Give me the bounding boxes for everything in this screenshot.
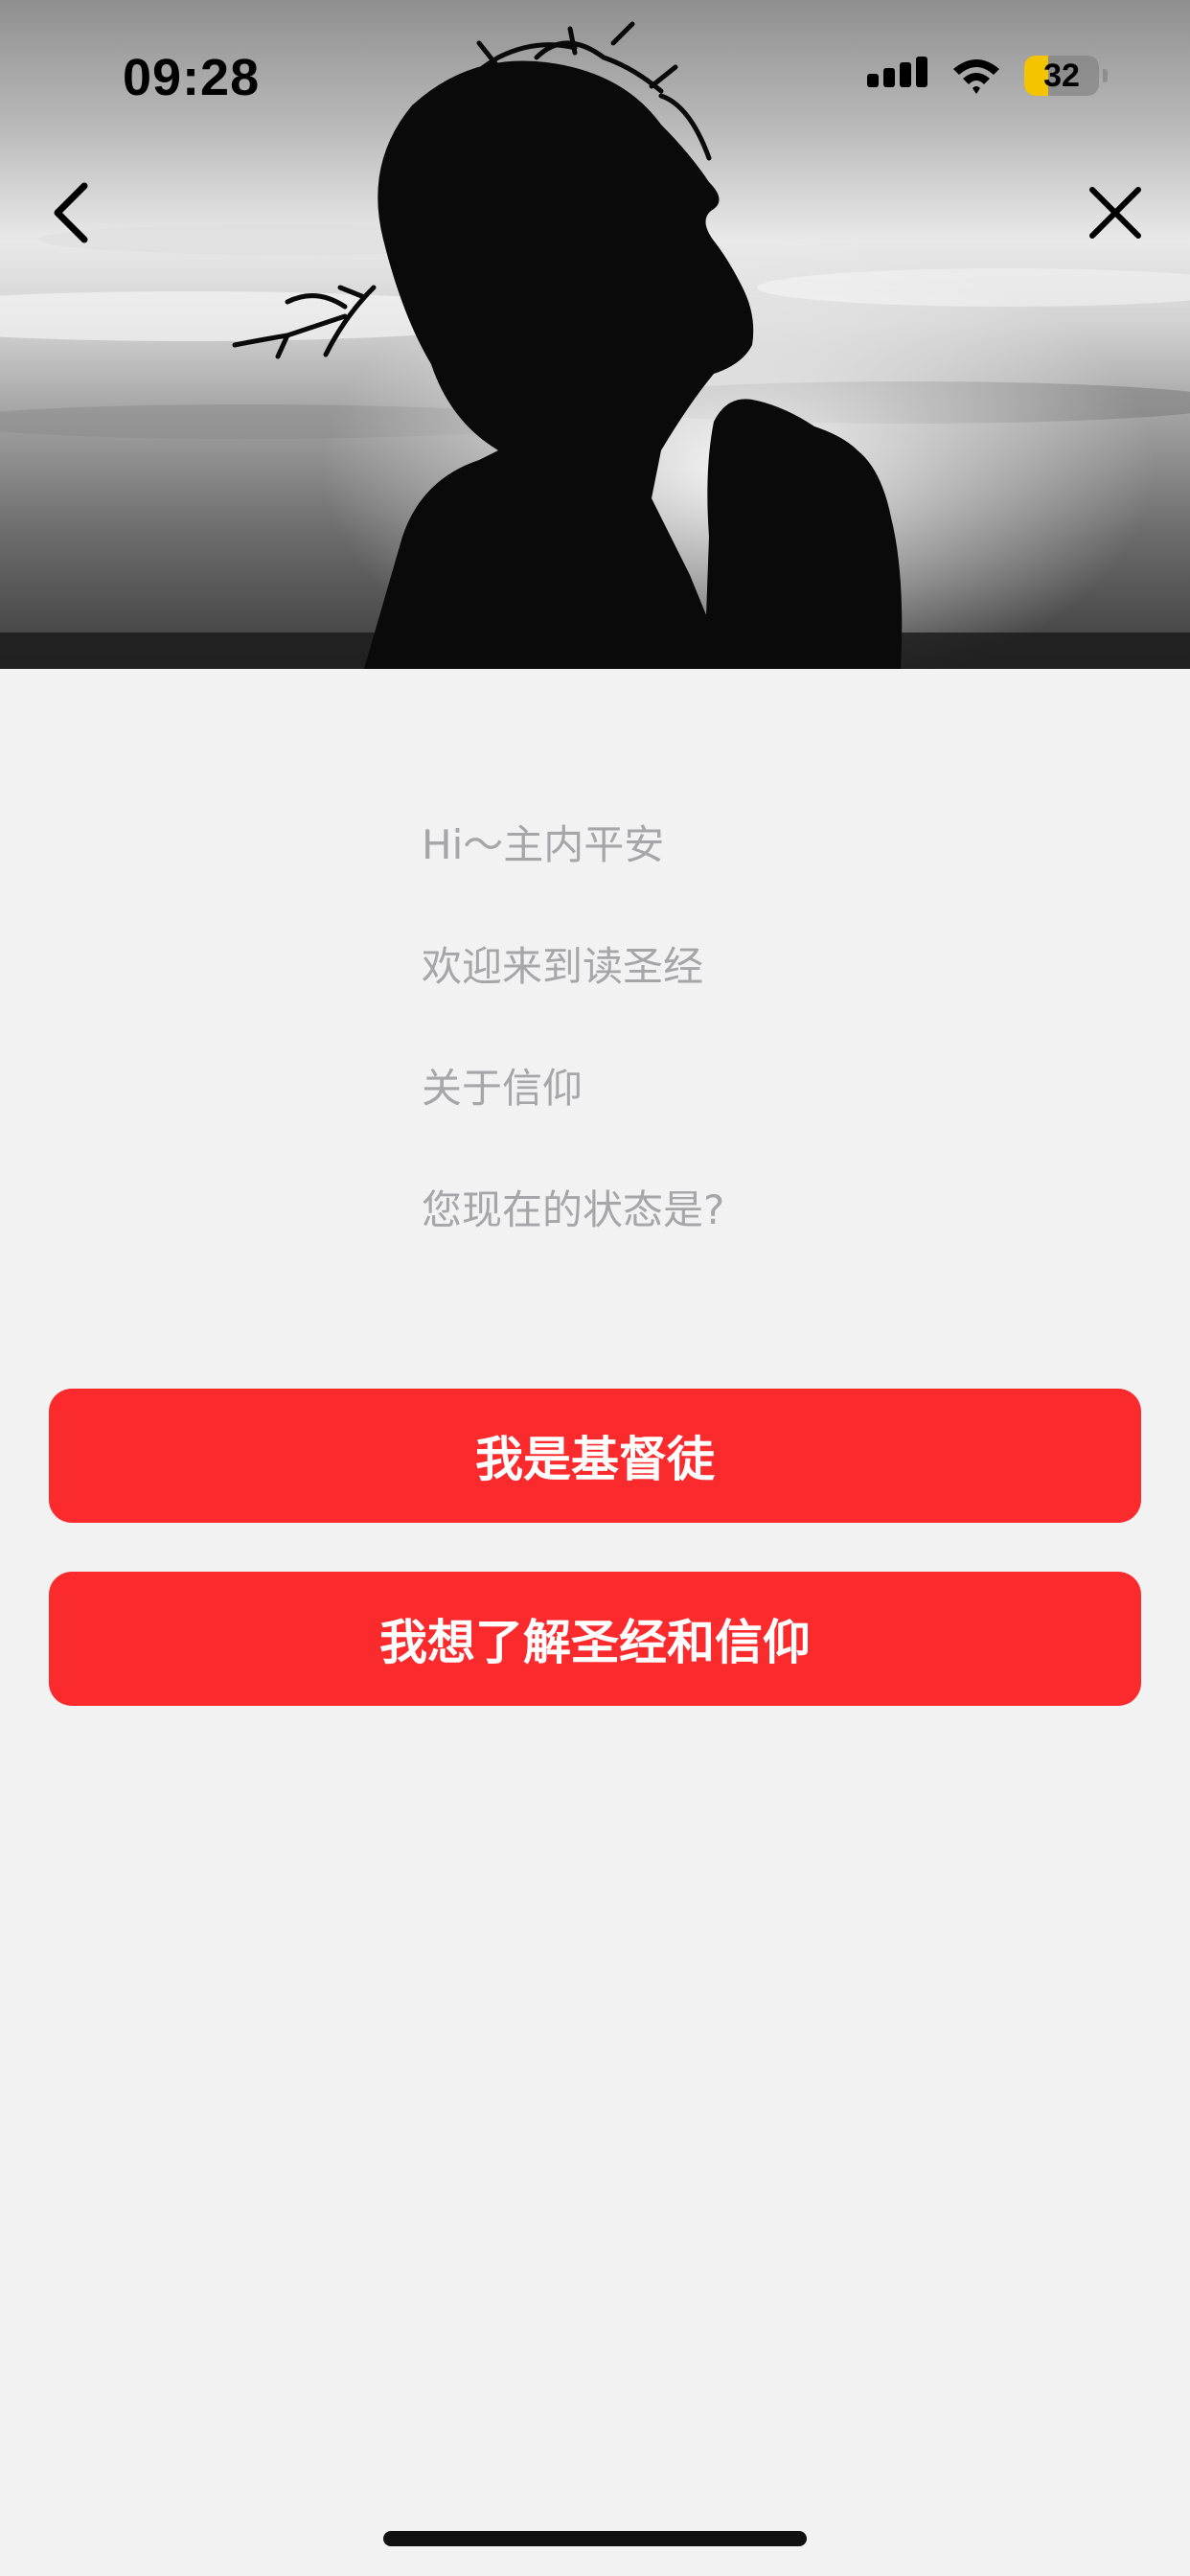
learn-bible-button[interactable]: 我想了解圣经和信仰 xyxy=(49,1572,1141,1706)
greeting-text: Hi～主内平安 xyxy=(422,821,665,868)
intro-text: Hi～主内平安 欢迎来到读圣经 关于信仰 您现在的状态是? xyxy=(422,815,724,1301)
onboarding-screen: 09:28 32 Hi～主内平安 欢迎来到读圣经 关于信仰 您现在的状态是? 我… xyxy=(0,0,1190,2576)
christian-button[interactable]: 我是基督徒 xyxy=(49,1389,1141,1523)
battery-cap xyxy=(1103,69,1108,82)
wifi-icon xyxy=(953,59,999,94)
battery-icon: 32 xyxy=(1024,56,1099,96)
welcome-text: 欢迎来到读圣经 xyxy=(422,943,704,990)
back-button[interactable] xyxy=(44,178,102,247)
status-time: 09:28 xyxy=(123,49,261,106)
status-question-text: 您现在的状态是? xyxy=(422,1186,725,1233)
signal-icon xyxy=(867,57,927,87)
close-icon xyxy=(1089,187,1141,239)
battery-percent: 32 xyxy=(1043,57,1080,94)
chevron-left-icon xyxy=(54,182,88,243)
home-indicator[interactable] xyxy=(383,2531,807,2546)
status-icons: 32 xyxy=(867,56,1108,96)
faith-text: 关于信仰 xyxy=(422,1065,584,1112)
close-button[interactable] xyxy=(1085,182,1146,243)
